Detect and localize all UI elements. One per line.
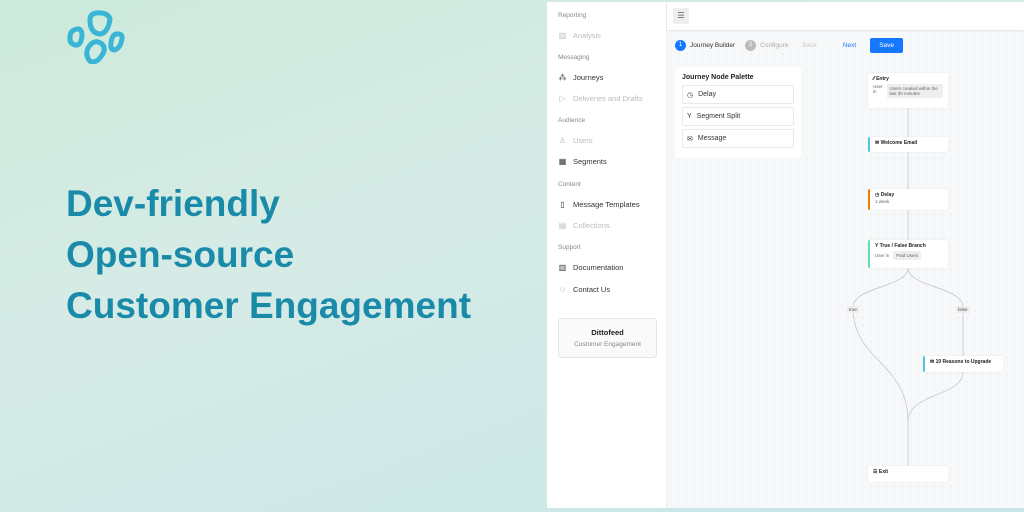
- node-value: Users created within the last 30 minutes: [886, 84, 943, 98]
- section-messaging: Messaging: [558, 54, 590, 61]
- edge-label-false: false: [956, 306, 970, 313]
- sidebar-item-label: Contact Us: [573, 285, 611, 294]
- headline-line-3: Customer Engagement: [66, 285, 472, 326]
- sidebar-item-label: Users: [573, 136, 593, 145]
- sidebar-item-segments[interactable]: ▦ Segments: [558, 157, 607, 166]
- node-label: User in: [873, 84, 883, 94]
- chat-icon: ◌: [560, 285, 565, 294]
- node-title: Entry: [876, 76, 889, 82]
- edge: [907, 267, 964, 356]
- sidebar-item-label: Segments: [573, 157, 607, 166]
- headline-line-2: Open-source: [66, 234, 295, 275]
- workspace-name: Dittofeed: [591, 328, 624, 337]
- node-title: 10 Reasons to Upgrade: [935, 359, 992, 365]
- workspace-card: Dittofeed Customer Engagement: [558, 318, 657, 358]
- node-value: 1 week: [875, 199, 890, 204]
- sidebar-item-contact[interactable]: ◌ Contact Us: [558, 285, 610, 294]
- section-content: Content: [558, 181, 581, 188]
- book-icon: ▥: [558, 263, 567, 272]
- delay-node[interactable]: ◷ Delay 1 week: [868, 189, 948, 210]
- edge-label-true: true: [847, 306, 859, 313]
- exit-node[interactable]: ☰ Exit: [868, 466, 948, 482]
- sidebar-item-label: Journeys: [573, 73, 604, 82]
- sidebar-item-deliveries[interactable]: ▷ Deliveries and Drafts: [558, 94, 643, 103]
- sidebar-item-label: Documentation: [573, 263, 624, 272]
- branch-node[interactable]: Y True / False Branch User in Paid Users: [868, 240, 948, 268]
- sidebar-item-label: Message Templates: [573, 200, 640, 209]
- node-title: Exit: [878, 469, 889, 475]
- section-support: Support: [558, 244, 581, 251]
- section-audience: Audience: [558, 117, 586, 124]
- app-screenshot: Reporting ▥ Analysis Messaging ⁂ Journeys …: [547, 2, 1024, 508]
- section-reporting: Reporting: [558, 12, 587, 19]
- journey-icon: ⁂: [558, 73, 567, 82]
- sidebar-item-templates[interactable]: ▯ Message Templates: [558, 200, 640, 209]
- sidebar-item-users[interactable]: ♙ Users: [558, 136, 593, 145]
- user-icon: ♙: [558, 136, 567, 145]
- edge: [907, 371, 964, 423]
- headline: Dev-friendly Open-source Customer Engage…: [66, 178, 471, 331]
- node-label: User in: [875, 253, 890, 258]
- sidebar-item-analysis[interactable]: ▥ Analysis: [558, 31, 601, 40]
- sidebar-item-label: Analysis: [573, 31, 601, 40]
- sidebar-item-label: Deliveries and Drafts: [573, 94, 643, 103]
- segments-icon: ▦: [558, 157, 567, 166]
- send-icon: ▷: [559, 94, 566, 103]
- node-title: Delay: [880, 192, 895, 198]
- dittofeed-logo: [67, 10, 125, 64]
- sidebar-item-label: Collections: [573, 221, 610, 230]
- sidebar: Reporting ▥ Analysis Messaging ⁂ Journeys …: [547, 2, 667, 508]
- chart-icon: ▥: [558, 31, 567, 40]
- journey-canvas[interactable]: ☰ 1 Journey Builder 2 Configure Back Nex…: [667, 2, 1024, 508]
- node-title: True / False Branch: [879, 243, 926, 249]
- node-title: Welcome Email: [880, 140, 918, 146]
- message-node-welcome[interactable]: ✉ Welcome Email: [868, 137, 948, 152]
- template-icon: ▯: [560, 200, 565, 209]
- sidebar-item-collections[interactable]: ▤ Collections: [558, 221, 610, 230]
- sidebar-item-documentation[interactable]: ▥ Documentation: [558, 263, 624, 272]
- message-node-reasons[interactable]: ✉ 10 Reasons to Upgrade: [923, 356, 1003, 372]
- edge: [852, 267, 909, 423]
- journey-edges: [852, 107, 964, 466]
- sidebar-item-journeys[interactable]: ⁂ Journeys: [558, 73, 604, 82]
- collection-icon: ▤: [558, 221, 567, 230]
- headline-line-1: Dev-friendly: [66, 183, 280, 224]
- node-value: Paid Users: [893, 251, 922, 260]
- entry-node[interactable]: ⁄⁄ Entry User in Users created within the…: [868, 73, 948, 108]
- workspace-subtitle: Customer Engagement: [574, 341, 641, 348]
